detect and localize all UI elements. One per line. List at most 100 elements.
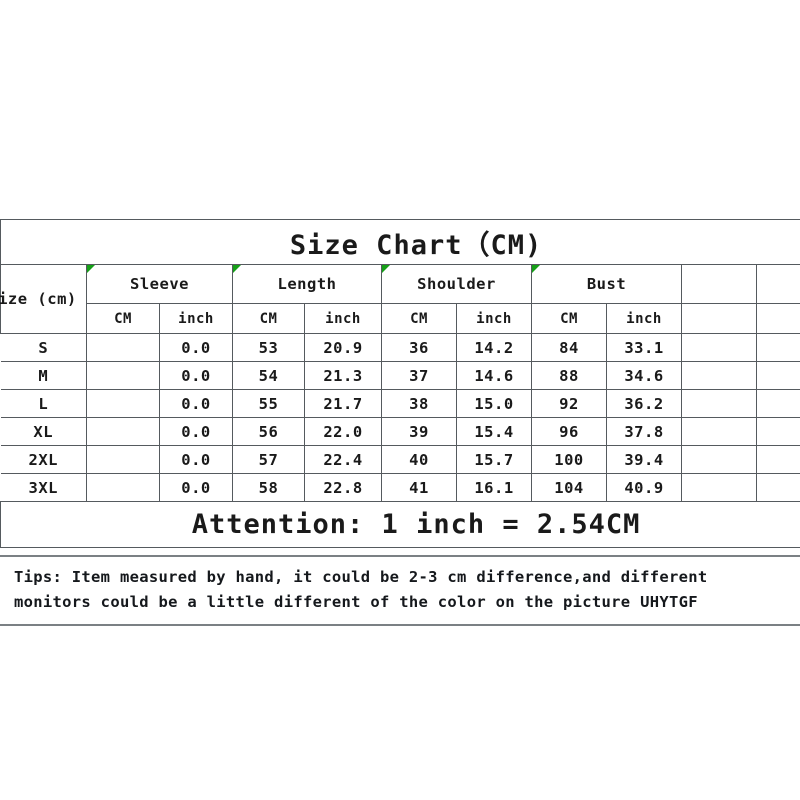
cell-length-inch: 20.9 bbox=[304, 333, 382, 362]
row-size-label: XL bbox=[0, 417, 87, 446]
table-row: S 0.0 53 20.9 36 14.2 84 33.1 bbox=[0, 333, 800, 362]
cell-shoulder-cm: 36 bbox=[381, 333, 457, 362]
comment-marker-icon bbox=[87, 265, 95, 273]
group-header-bust-label: Bust bbox=[586, 275, 627, 293]
group-header-sleeve: Sleeve bbox=[86, 264, 233, 304]
cell-length-cm: 54 bbox=[232, 361, 305, 390]
empty-cell-2 bbox=[755, 473, 800, 502]
cell-sleeve-cm bbox=[86, 473, 160, 502]
empty-cell-1 bbox=[681, 333, 757, 362]
cell-bust-cm: 88 bbox=[531, 361, 607, 390]
cell-bust-inch: 40.9 bbox=[606, 473, 682, 502]
attention-row: Attention: 1 inch = 2.54CM bbox=[0, 501, 800, 548]
cell-sleeve-inch: 0.0 bbox=[159, 361, 233, 390]
cell-sleeve-cm bbox=[86, 445, 160, 474]
empty-unit-cell-2 bbox=[755, 303, 800, 334]
row-size-label: 3XL bbox=[0, 473, 87, 502]
cell-sleeve-cm bbox=[86, 389, 160, 418]
cell-length-cm: 53 bbox=[232, 333, 305, 362]
unit-bust-inch: inch bbox=[606, 303, 682, 334]
cell-length-cm: 55 bbox=[232, 389, 305, 418]
table-row: XL 0.0 56 22.0 39 15.4 96 37.8 bbox=[0, 417, 800, 446]
table-row: L 0.0 55 21.7 38 15.0 92 36.2 bbox=[0, 389, 800, 418]
unit-sleeve-inch: inch bbox=[159, 303, 233, 334]
cell-shoulder-inch: 14.2 bbox=[456, 333, 532, 362]
unit-shoulder-inch: inch bbox=[456, 303, 532, 334]
cell-bust-cm: 104 bbox=[531, 473, 607, 502]
size-column-header: Size (cm) bbox=[0, 264, 87, 334]
cell-sleeve-cm bbox=[86, 361, 160, 390]
table-row: 3XL 0.0 58 22.8 41 16.1 104 40.9 bbox=[0, 473, 800, 502]
empty-unit-cell-1 bbox=[681, 303, 757, 334]
unit-bust-cm: CM bbox=[531, 303, 607, 334]
empty-cell-1 bbox=[681, 361, 757, 390]
empty-cell-2 bbox=[755, 389, 800, 418]
cell-sleeve-inch: 0.0 bbox=[159, 389, 233, 418]
row-size-label: L bbox=[0, 389, 87, 418]
cell-shoulder-inch: 15.4 bbox=[456, 417, 532, 446]
cell-sleeve-cm bbox=[86, 333, 160, 362]
unit-shoulder-cm: CM bbox=[381, 303, 457, 334]
size-chart-sheet: Size Chart（CM) Size (cm) Sleeve Length S… bbox=[0, 219, 800, 548]
tips-line-1: Tips: Item measured by hand, it could be… bbox=[14, 568, 708, 586]
cell-length-inch: 22.4 bbox=[304, 445, 382, 474]
row-size-label: 2XL bbox=[0, 445, 87, 474]
title-row: Size Chart（CM) bbox=[0, 219, 800, 265]
cell-sleeve-inch: 0.0 bbox=[159, 417, 233, 446]
cell-bust-inch: 34.6 bbox=[606, 361, 682, 390]
unit-length-inch: inch bbox=[304, 303, 382, 334]
cell-length-inch: 21.7 bbox=[304, 389, 382, 418]
empty-cell-1 bbox=[681, 445, 757, 474]
attention-note: Attention: 1 inch = 2.54CM bbox=[0, 501, 800, 548]
empty-cell-1 bbox=[681, 417, 757, 446]
group-header-row: Size (cm) Sleeve Length Shoulder Bust bbox=[0, 264, 800, 334]
cell-shoulder-cm: 41 bbox=[381, 473, 457, 502]
cell-shoulder-cm: 38 bbox=[381, 389, 457, 418]
empty-header-cell-2 bbox=[755, 264, 800, 304]
comment-marker-icon bbox=[233, 265, 241, 273]
cell-sleeve-inch: 0.0 bbox=[159, 473, 233, 502]
table-row: M 0.0 54 21.3 37 14.6 88 34.6 bbox=[0, 361, 800, 390]
cell-bust-inch: 36.2 bbox=[606, 389, 682, 418]
comment-marker-icon bbox=[532, 265, 540, 273]
empty-cell-2 bbox=[755, 333, 800, 362]
unit-sleeve-cm: CM bbox=[86, 303, 160, 334]
page-title: Size Chart（CM) bbox=[0, 219, 800, 265]
unit-header-row: CM inch CM inch CM inch CM inch bbox=[1, 303, 800, 334]
unit-length-cm: CM bbox=[232, 303, 305, 334]
empty-cell-1 bbox=[681, 473, 757, 502]
tips-block: Tips: Item measured by hand, it could be… bbox=[0, 555, 800, 626]
cell-shoulder-inch: 15.7 bbox=[456, 445, 532, 474]
cell-shoulder-inch: 15.0 bbox=[456, 389, 532, 418]
cell-bust-cm: 100 bbox=[531, 445, 607, 474]
cell-sleeve-inch: 0.0 bbox=[159, 445, 233, 474]
table-row: 2XL 0.0 57 22.4 40 15.7 100 39.4 bbox=[0, 445, 800, 474]
group-header-length: Length bbox=[232, 264, 382, 304]
group-header-shoulder-label: Shoulder bbox=[417, 275, 496, 293]
empty-cell-2 bbox=[755, 417, 800, 446]
group-header-sleeve-label: Sleeve bbox=[130, 275, 189, 293]
cell-length-inch: 22.8 bbox=[304, 473, 382, 502]
cell-length-cm: 57 bbox=[232, 445, 305, 474]
group-header-length-label: Length bbox=[277, 275, 337, 293]
row-size-label: M bbox=[0, 361, 87, 390]
tips-line-2: monitors could be a little different of … bbox=[14, 593, 698, 611]
cell-bust-inch: 37.8 bbox=[606, 417, 682, 446]
group-header-shoulder: Shoulder bbox=[381, 264, 532, 304]
cell-length-inch: 22.0 bbox=[304, 417, 382, 446]
row-size-label: S bbox=[0, 333, 87, 362]
cell-shoulder-cm: 40 bbox=[381, 445, 457, 474]
cell-shoulder-cm: 39 bbox=[381, 417, 457, 446]
cell-shoulder-inch: 16.1 bbox=[456, 473, 532, 502]
cell-bust-cm: 96 bbox=[531, 417, 607, 446]
comment-marker-icon bbox=[382, 265, 390, 273]
cell-shoulder-cm: 37 bbox=[381, 361, 457, 390]
cell-bust-cm: 92 bbox=[531, 389, 607, 418]
cell-bust-inch: 33.1 bbox=[606, 333, 682, 362]
empty-cell-1 bbox=[681, 389, 757, 418]
empty-cell-2 bbox=[755, 361, 800, 390]
cell-shoulder-inch: 14.6 bbox=[456, 361, 532, 390]
size-chart-table: Size Chart（CM) Size (cm) Sleeve Length S… bbox=[0, 219, 800, 548]
cell-sleeve-cm bbox=[86, 417, 160, 446]
cell-length-cm: 58 bbox=[232, 473, 305, 502]
